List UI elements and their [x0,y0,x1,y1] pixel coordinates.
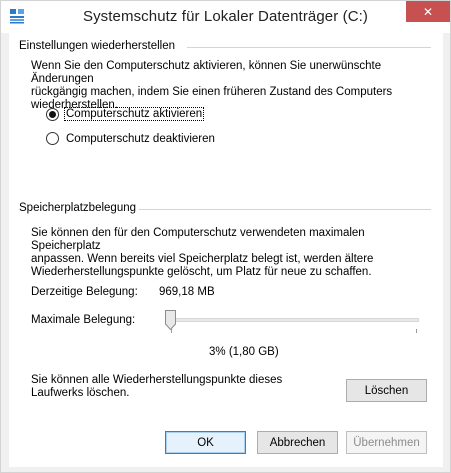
current-usage-value: 969,18 MB [159,286,215,298]
restore-description: Wenn Sie den Computerschutz aktivieren, … [31,60,393,111]
delete-description: Sie können alle Wiederherstellungspunkte… [31,374,283,399]
storage-usage-heading: Speicherplatzbelegung [19,202,137,214]
radio-button-unchecked[interactable] [46,132,59,145]
apply-button[interactable]: Übernehmen [346,431,427,454]
section-divider [187,47,431,48]
max-usage-slider-track[interactable] [169,318,419,322]
max-usage-label: Maximale Belegung: [31,314,136,326]
current-usage-label: Derzeitige Belegung: [31,286,138,298]
ok-button[interactable]: OK [165,431,246,454]
cancel-button[interactable]: Abbrechen [257,431,338,454]
close-icon: ✕ [422,4,434,19]
title-bar[interactable]: Systemschutz für Lokaler Datenträger (C:… [1,1,450,33]
radio-enable-protection[interactable]: Computerschutz aktivieren [46,107,205,121]
close-button[interactable]: ✕ [406,1,450,22]
dialog-content: Einstellungen wiederherstellen Wenn Sie … [9,33,443,467]
radio-disable-label: Computerschutz deaktivieren [66,132,215,145]
storage-description: Sie können den für den Computerschutz ve… [31,227,374,278]
slider-thumb[interactable] [164,310,176,330]
radio-button-checked[interactable] [46,107,59,121]
window-title: Systemschutz für Lokaler Datenträger (C:… [82,8,369,25]
max-usage-readout: 3% (1,80 GB) [209,346,279,358]
radio-disable-protection[interactable]: Computerschutz deaktivieren [46,132,215,145]
radio-enable-label: Computerschutz aktivieren [64,107,205,121]
dialog-window: Systemschutz für Lokaler Datenträger (C:… [0,0,451,473]
delete-button[interactable]: Löschen [346,379,427,402]
restore-settings-heading: Einstellungen wiederherstellen [19,40,175,52]
slider-ticks [171,329,417,333]
section-divider [139,209,431,210]
